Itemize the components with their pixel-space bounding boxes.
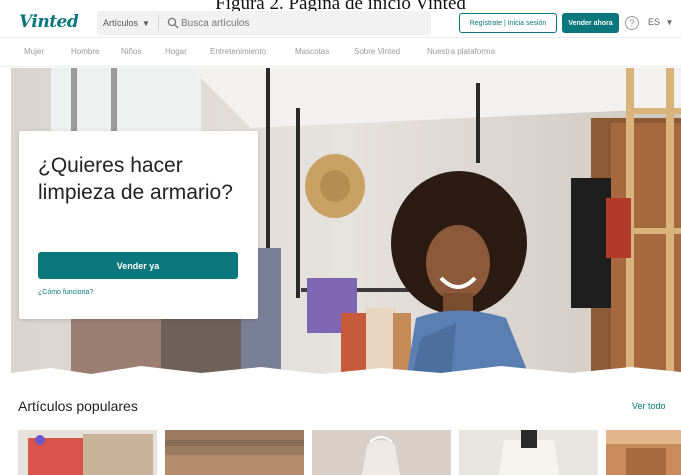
chevron-down-icon: ▼: [142, 18, 150, 28]
how-it-works-link[interactable]: ¿Cómo funciona?: [38, 289, 93, 296]
item-thumbnail[interactable]: [606, 430, 681, 475]
nav-item-mascotas[interactable]: Mascotas: [295, 47, 329, 56]
item-photo: [312, 430, 451, 475]
nav-item-ninos[interactable]: Niños: [121, 47, 141, 56]
item-thumbnail[interactable]: [312, 430, 451, 475]
nav-item-sobre-vinted[interactable]: Sobre Vinted: [354, 47, 400, 56]
hero-title: ¿Quieres hacer limpieza de armario?: [38, 154, 233, 204]
language-selector[interactable]: ES ▼: [648, 17, 673, 27]
item-thumbnail[interactable]: [18, 430, 157, 475]
item-photo: [18, 430, 157, 475]
language-label: ES: [648, 17, 661, 27]
category-select-label: Artículos: [103, 18, 139, 28]
search-icon: [167, 17, 179, 29]
nav-item-entretenimiento[interactable]: Entretenimiento: [210, 47, 266, 56]
nav-item-nuestra-plataforma[interactable]: Nuestra plataforma: [427, 47, 495, 56]
register-login-button[interactable]: Regístrate | Inicia sesión: [459, 13, 557, 33]
popular-items-row: [18, 430, 681, 475]
chevron-down-icon: ▼: [665, 18, 674, 27]
category-select[interactable]: Artículos ▼: [103, 11, 150, 35]
vinted-logo[interactable]: Vinted: [19, 12, 79, 32]
sell-now-button[interactable]: Vender ahora: [562, 13, 619, 33]
category-nav: Mujer Hombre Niños Hogar Entretenimiento…: [0, 37, 681, 67]
item-thumbnail[interactable]: [459, 430, 598, 475]
popular-items-title: Artículos populares: [18, 398, 138, 414]
sell-now-hero-button[interactable]: Vender ya: [38, 252, 238, 279]
item-photo: [459, 430, 598, 475]
search-divider: [158, 15, 159, 31]
search-input[interactable]: [181, 11, 421, 35]
nav-item-hombre[interactable]: Hombre: [71, 47, 99, 56]
help-icon[interactable]: ?: [625, 16, 639, 30]
nav-item-mujer[interactable]: Mujer: [24, 47, 44, 56]
item-photo: [165, 430, 304, 475]
search-bar: Artículos ▼: [97, 11, 431, 35]
nav-item-hogar[interactable]: Hogar: [165, 47, 187, 56]
view-all-link[interactable]: Ver todo: [632, 401, 666, 411]
top-bar: Vinted Artículos ▼ Regístrate | Inicia s…: [0, 7, 681, 37]
item-thumbnail[interactable]: [165, 430, 304, 475]
item-photo: [606, 430, 681, 475]
